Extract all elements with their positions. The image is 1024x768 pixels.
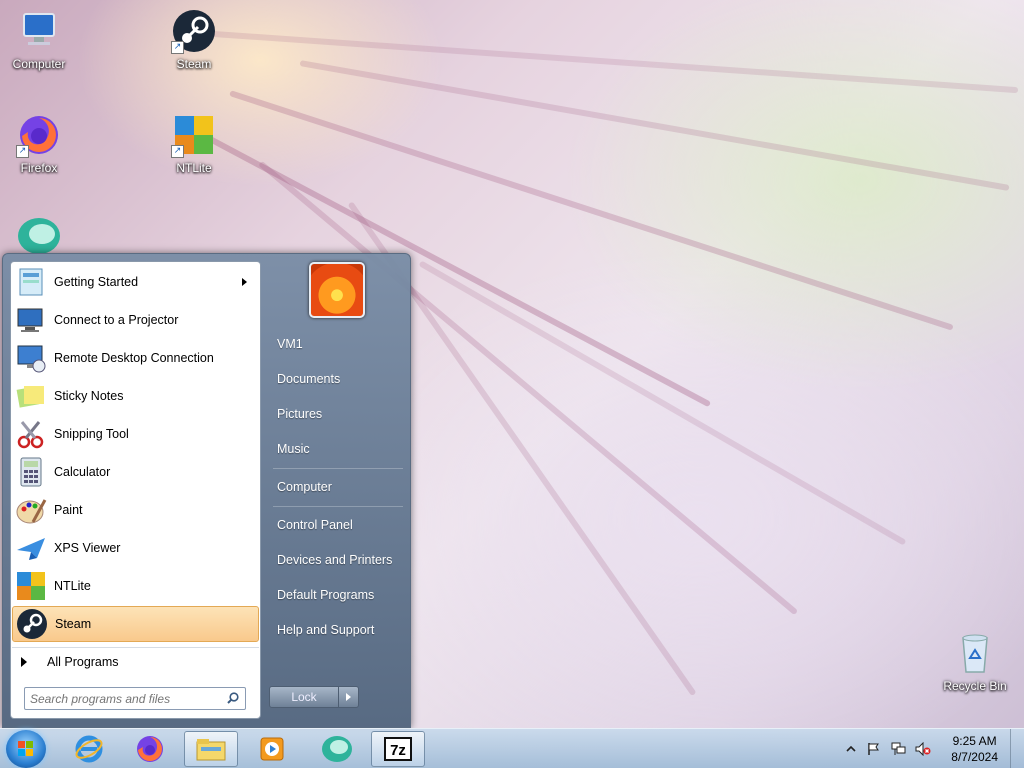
- program-label: Paint: [54, 503, 83, 517]
- desktop-icon-label: Firefox: [20, 161, 58, 175]
- network-icon[interactable]: [891, 742, 906, 756]
- all-programs-arrow-icon: [21, 656, 27, 667]
- all-programs-label: All Programs: [47, 654, 119, 669]
- right-link-default-programs[interactable]: Default Programs: [268, 580, 406, 610]
- search-input[interactable]: [25, 688, 220, 709]
- lock-button-group: Lock: [269, 686, 359, 708]
- right-link-control-panel[interactable]: Control Panel: [268, 510, 406, 540]
- desktop-icon-label: Recycle Bin: [943, 679, 1007, 693]
- svg-text:7z: 7z: [390, 742, 406, 759]
- getting-started-icon: [15, 266, 47, 298]
- program-label: Sticky Notes: [54, 389, 124, 403]
- taskbar-clock[interactable]: 9:25 AM 8/7/2024: [951, 733, 998, 765]
- desktop-icon-recycle-bin[interactable]: Recycle Bin: [937, 630, 1013, 693]
- internet-explorer-icon: [75, 735, 103, 763]
- clock-date: 8/7/2024: [951, 750, 998, 764]
- windows-logo-icon: [26, 741, 33, 748]
- desktop-icon-firefox[interactable]: ↗ Firefox: [1, 112, 77, 175]
- steam-icon: ↗: [171, 8, 217, 54]
- program-calculator[interactable]: Calculator: [12, 454, 259, 490]
- program-label: Remote Desktop Connection: [54, 351, 214, 365]
- program-paint[interactable]: Paint: [12, 492, 259, 528]
- right-link-music[interactable]: Music: [268, 434, 406, 464]
- clock-time: 9:25 AM: [952, 734, 997, 748]
- desktop-icon-label: NTLite: [176, 161, 212, 175]
- program-label: Calculator: [54, 465, 111, 479]
- desktop-icon-label: Steam: [176, 57, 212, 71]
- all-programs-button[interactable]: All Programs: [12, 647, 259, 675]
- computer-icon: [16, 8, 62, 54]
- lock-button[interactable]: Lock: [270, 687, 338, 707]
- user-picture[interactable]: [309, 262, 365, 318]
- start-button[interactable]: [6, 730, 46, 768]
- right-link-devices-and-printers[interactable]: Devices and Printers: [268, 545, 406, 575]
- start-menu-programs-pane: Getting Started Connect to a Projector R…: [10, 261, 261, 719]
- power-options-arrow-button[interactable]: [338, 687, 358, 707]
- shortcut-arrow-icon: ↗: [171, 41, 184, 54]
- program-label: NTLite: [54, 579, 91, 593]
- program-label: XPS Viewer: [54, 541, 121, 555]
- show-desktop-button[interactable]: [1010, 729, 1024, 768]
- action-center-flag-icon[interactable]: [866, 742, 880, 756]
- remote-desktop-icon: [15, 342, 47, 374]
- desktop-icon-steam[interactable]: ↗ Steam: [156, 8, 232, 71]
- program-label: Connect to a Projector: [54, 313, 179, 327]
- show-hidden-icons-icon[interactable]: [844, 742, 858, 756]
- right-link-pictures[interactable]: Pictures: [268, 399, 406, 429]
- search-box: [24, 687, 246, 710]
- program-snipping-tool[interactable]: Snipping Tool: [12, 416, 259, 452]
- recycle-bin-icon: [952, 630, 998, 676]
- desktop-icon-ntlite[interactable]: ↗ NTLite: [156, 112, 232, 175]
- volume-muted-icon[interactable]: [915, 741, 931, 757]
- right-link-help-and-support[interactable]: Help and Support: [268, 615, 406, 645]
- firefox-icon: ↗: [16, 112, 62, 158]
- taskbar-app[interactable]: [310, 731, 364, 767]
- windows-logo-icon: [18, 749, 25, 756]
- program-steam[interactable]: Steam: [12, 606, 259, 642]
- taskbar-7zip[interactable]: 7z: [371, 731, 425, 767]
- right-link-computer[interactable]: Computer: [268, 472, 406, 502]
- program-getting-started[interactable]: Getting Started: [12, 264, 259, 300]
- taskbar-internet-explorer[interactable]: [62, 731, 116, 767]
- right-link-documents[interactable]: Documents: [268, 364, 406, 394]
- taskbar-media-player[interactable]: [245, 731, 299, 767]
- ntlite-icon: ↗: [171, 112, 217, 158]
- 7zip-icon: 7z: [384, 737, 412, 761]
- right-pane-separator: [273, 468, 403, 469]
- firefox-icon: [137, 736, 163, 762]
- program-connect-to-a-projector[interactable]: Connect to a Projector: [12, 302, 259, 338]
- desktop-icon-label: Computer: [12, 57, 66, 71]
- submenu-arrow-icon: [242, 278, 247, 286]
- ntlite-icon: [15, 570, 47, 602]
- shortcut-arrow-icon: ↗: [171, 145, 184, 158]
- windows-logo-icon: [26, 749, 33, 756]
- right-pane-separator: [273, 506, 403, 507]
- program-ntlite[interactable]: NTLite: [12, 568, 259, 604]
- taskbar-file-explorer[interactable]: [184, 731, 238, 767]
- media-player-icon: [260, 737, 284, 761]
- program-label: Snipping Tool: [54, 427, 129, 441]
- app-icon: [322, 736, 352, 762]
- steam-icon: [16, 608, 48, 640]
- start-menu: Getting Started Connect to a Projector R…: [2, 253, 411, 728]
- snipping-tool-icon: [15, 418, 47, 450]
- desktop-icon-computer[interactable]: Computer: [1, 8, 77, 71]
- xps-viewer-icon: [15, 532, 47, 564]
- projector-icon: [15, 304, 47, 336]
- taskbar: 7z 9:25 AM 8/7/2024: [0, 728, 1024, 768]
- taskbar-firefox[interactable]: [123, 731, 177, 767]
- program-label: Steam: [55, 617, 92, 631]
- sticky-notes-icon: [15, 380, 47, 412]
- right-link-vm1[interactable]: VM1: [268, 329, 406, 359]
- windows-logo-icon: [18, 741, 25, 748]
- file-explorer-icon: [196, 739, 226, 761]
- paint-icon: [15, 494, 47, 526]
- program-remote-desktop-connection[interactable]: Remote Desktop Connection: [12, 340, 259, 376]
- program-xps-viewer[interactable]: XPS Viewer: [12, 530, 259, 566]
- calculator-icon: [15, 456, 47, 488]
- program-label: Getting Started: [54, 275, 139, 289]
- shortcut-arrow-icon: ↗: [16, 145, 29, 158]
- program-sticky-notes[interactable]: Sticky Notes: [12, 378, 259, 414]
- search-icon[interactable]: [227, 692, 239, 704]
